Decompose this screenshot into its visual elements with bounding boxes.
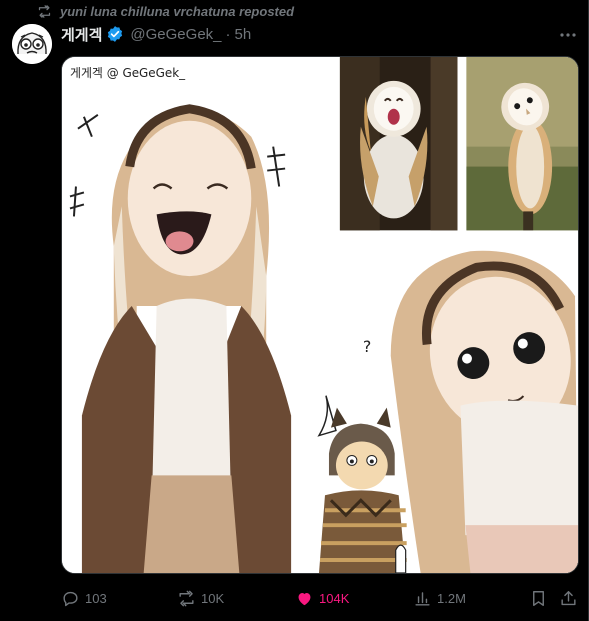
post-media[interactable]: 게게겍 @ GeGeGek_ ?	[61, 56, 579, 574]
girl-tilted	[390, 250, 578, 573]
post[interactable]: yuni luna chilluna vrchatuna reposted 게게…	[0, 0, 589, 621]
repost-text: yuni luna chilluna vrchatuna reposted	[60, 3, 295, 19]
share-button[interactable]	[559, 589, 578, 608]
separator-dot: ·	[225, 25, 231, 43]
views-chart-icon	[415, 591, 430, 606]
avatar[interactable]	[12, 24, 52, 64]
reply-button[interactable]: 103	[61, 589, 107, 608]
repost-button[interactable]: 10K	[177, 589, 224, 608]
repost-icon	[179, 590, 194, 606]
reply-icon	[63, 591, 78, 606]
owl-photo-tilted	[466, 57, 578, 231]
svg-text:게게겍 @ GeGeGek_: 게게겍 @ GeGeGek_	[70, 66, 186, 80]
artist-signature: 게게겍 @ GeGeGek_	[70, 66, 186, 80]
owl-photo-laughing	[339, 57, 458, 231]
bookmark-icon	[533, 590, 544, 606]
views-button[interactable]: 1.2M	[413, 589, 466, 608]
author-handle[interactable]: @GeGeGek_	[130, 26, 221, 43]
reply-count: 103	[85, 590, 107, 606]
repost-indicator[interactable]: yuni luna chilluna vrchatuna reposted	[37, 2, 294, 20]
author-name[interactable]: 게게겍	[61, 24, 102, 45]
like-count: 104K	[319, 590, 350, 606]
bookmark-button[interactable]	[529, 589, 548, 608]
comic-illustration: 게게겍 @ GeGeGek_ ?	[62, 57, 578, 573]
share-icon	[561, 590, 576, 605]
action-bar: 103 10K 104K 1.2M	[61, 585, 579, 611]
question-mark: ?	[363, 337, 371, 356]
post-timestamp[interactable]: 5h	[235, 26, 252, 43]
post-header: 게게겍 @GeGeGek_ · 5h	[61, 24, 251, 44]
like-button[interactable]: 104K	[295, 589, 349, 608]
repost-count: 10K	[201, 590, 225, 606]
repost-icon	[38, 4, 51, 18]
heart-icon	[298, 592, 311, 605]
more-icon	[560, 33, 576, 37]
view-count: 1.2M	[437, 590, 466, 606]
verified-badge-icon[interactable]	[106, 25, 124, 43]
more-options-button[interactable]	[558, 26, 578, 44]
cartoon-face-avatar	[12, 24, 52, 64]
